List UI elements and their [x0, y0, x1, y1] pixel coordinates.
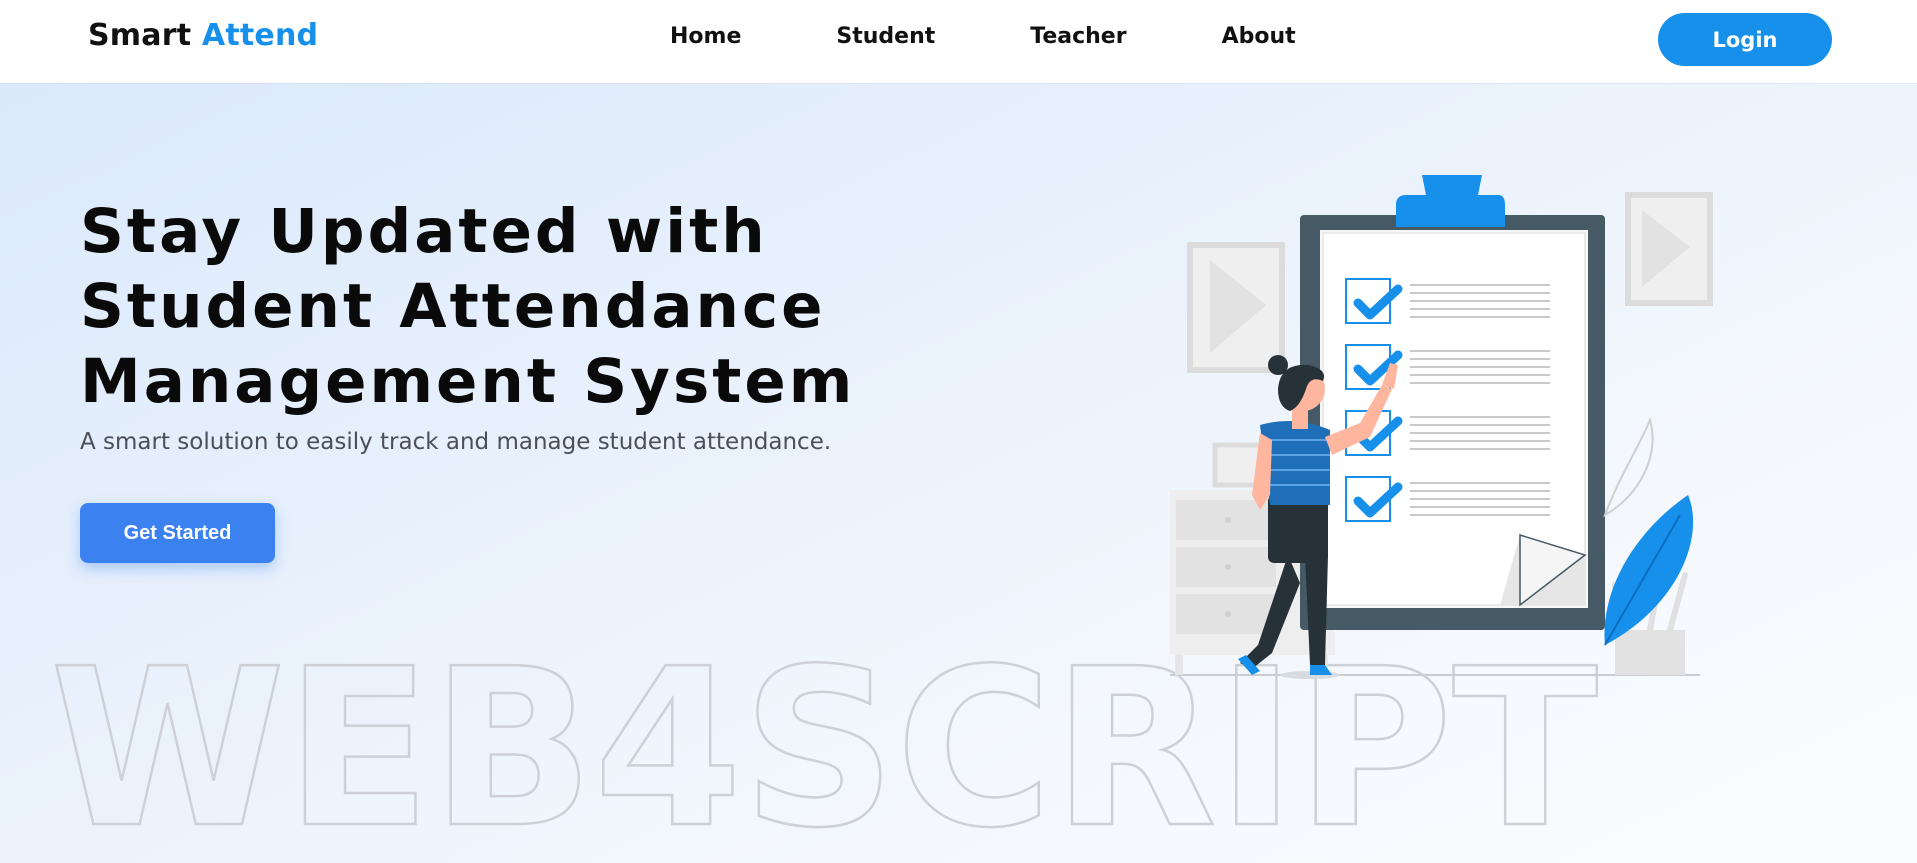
hero-section: Stay Updated with Student Attendance Man…	[0, 83, 1917, 863]
brand-logo[interactable]: Smart Attend	[88, 18, 318, 53]
nav-home-link[interactable]: Home	[670, 24, 741, 49]
main-nav: Home Student Teacher About	[670, 24, 1391, 49]
get-started-button[interactable]: Get Started	[80, 503, 275, 563]
hero-subtitle: A smart solution to easily track and man…	[80, 429, 832, 455]
headline-line-2: Student Attendance	[80, 271, 826, 342]
hero-headline: Stay Updated with Student Attendance Man…	[80, 194, 980, 419]
navbar: Smart Attend Home Student Teacher About …	[0, 0, 1917, 83]
headline-line-3: Management System	[80, 346, 856, 417]
brand-accent: Attend	[201, 18, 319, 53]
headline-line-1: Stay Updated with	[80, 196, 768, 267]
brand-name: Smart	[88, 18, 192, 53]
nav-student-link[interactable]: Student	[836, 24, 935, 49]
attendance-checklist-illustration	[1170, 175, 1713, 679]
login-button[interactable]: Login	[1658, 13, 1832, 66]
nav-teacher-link[interactable]: Teacher	[1030, 24, 1126, 49]
nav-about-link[interactable]: About	[1222, 24, 1296, 49]
